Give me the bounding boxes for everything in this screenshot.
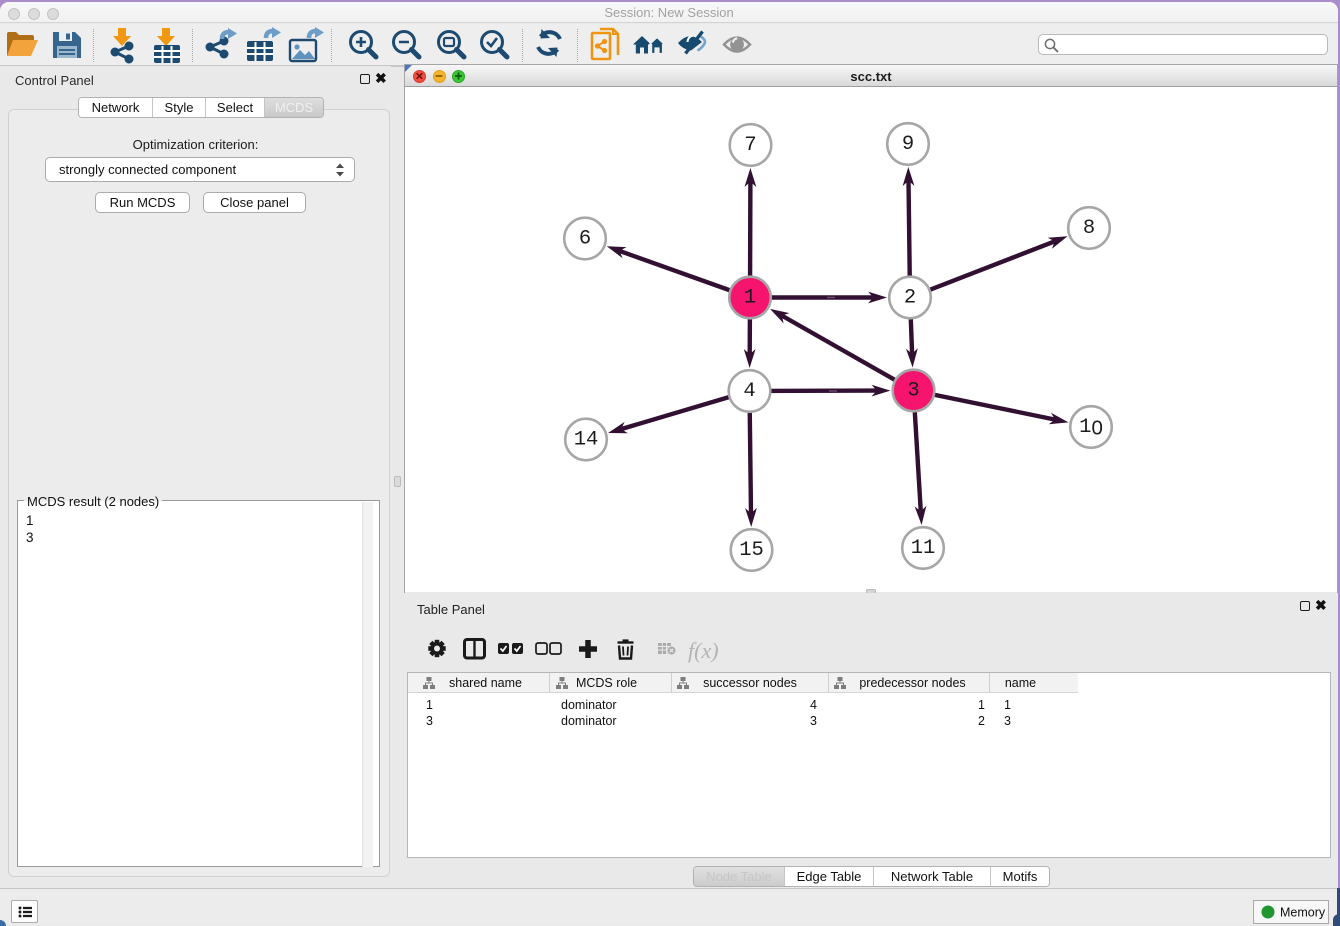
svg-text:10: 10 [1079, 416, 1103, 439]
svg-text:7: 7 [744, 134, 756, 157]
svg-text:8: 8 [1083, 217, 1095, 240]
svg-text:4: 4 [743, 380, 755, 403]
svg-text:6: 6 [579, 228, 591, 251]
svg-text:15: 15 [739, 539, 764, 562]
svg-text:11: 11 [911, 537, 936, 560]
svg-text:14: 14 [574, 429, 599, 452]
svg-text:1: 1 [744, 287, 756, 310]
svg-text:2: 2 [904, 287, 916, 310]
svg-text:f(x): f(x) [688, 638, 719, 663]
svg-text:9: 9 [902, 133, 914, 156]
svg-text:3: 3 [907, 380, 919, 403]
svg-text:Memory: Memory [1280, 906, 1326, 920]
